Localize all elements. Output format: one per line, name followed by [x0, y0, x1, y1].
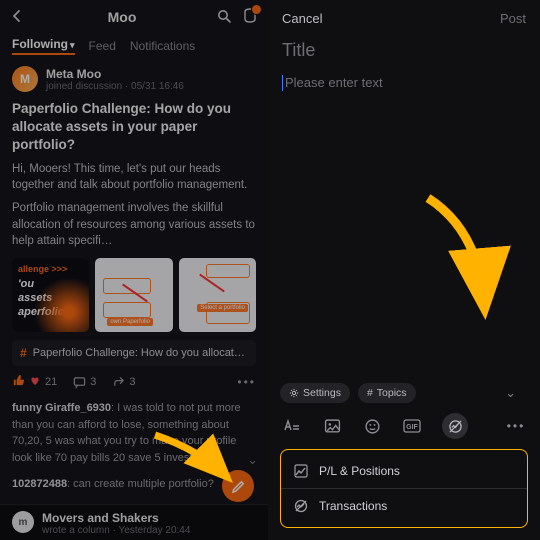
thumbs-up-icon: [12, 374, 25, 390]
feed-panel: Moo Following▾ Feed Notifications M Meta…: [0, 0, 268, 540]
search-icon[interactable]: [216, 8, 232, 27]
avatar: M: [12, 66, 38, 92]
back-icon[interactable]: [10, 7, 24, 28]
image-button[interactable]: [322, 416, 342, 436]
compose-toolbar: GIF •••: [268, 403, 540, 449]
tab-notifications[interactable]: Notifications: [130, 39, 195, 53]
post: M Meta Moo joined discussion · 05/31 16:…: [0, 58, 268, 540]
author-subline: joined discussion · 05/31 16:46: [46, 81, 184, 92]
cart-badge: [251, 4, 262, 15]
transactions-option[interactable]: Transactions: [281, 489, 527, 523]
post-author[interactable]: M Meta Moo joined discussion · 05/31 16:…: [12, 66, 256, 92]
post-button[interactable]: Post: [500, 11, 526, 26]
chevron-down-icon[interactable]: ⌄: [505, 385, 528, 401]
thumbnail-1[interactable]: allenge >>> 'ou assets aperfolio?: [12, 258, 89, 332]
transactions-icon: [293, 498, 309, 514]
avatar: m: [12, 511, 34, 533]
post-body-1: Hi, Mooers! This time, let's put our hea…: [12, 161, 256, 194]
settings-chip[interactable]: Settings: [280, 383, 350, 403]
gear-icon: [289, 388, 299, 398]
share-button[interactable]: 3: [112, 376, 135, 389]
topic-link[interactable]: # Paperfolio Challenge: How do you alloc…: [12, 340, 256, 366]
topics-chip[interactable]: #Topics: [358, 383, 416, 403]
bottom-post[interactable]: m Movers and Shakers wrote a column · Ye…: [0, 504, 268, 540]
svg-text:GIF: GIF: [406, 424, 418, 431]
comment-2[interactable]: 102872488: can create multiple portfolio…: [12, 476, 256, 493]
like-button[interactable]: 21: [12, 374, 57, 390]
title-input[interactable]: Title: [268, 36, 540, 65]
compose-panel: Cancel Post Title Please enter text Sett…: [268, 0, 540, 540]
comment-icon: [73, 376, 86, 389]
body-input[interactable]: Please enter text: [268, 65, 540, 100]
feed-tabs: Following▾ Feed Notifications: [0, 34, 268, 58]
comment-1[interactable]: funny Giraffe_6930: I was told to not pu…: [12, 400, 256, 466]
post-title[interactable]: Paperfolio Challenge: How do you allocat…: [12, 100, 256, 155]
pl-positions-option[interactable]: P/L & Positions: [281, 454, 527, 488]
left-header: Moo: [0, 0, 268, 34]
hash-icon: #: [20, 346, 27, 360]
cancel-button[interactable]: Cancel: [282, 11, 322, 26]
text-caret: [282, 75, 283, 91]
compose-chips: Settings #Topics ⌄: [268, 383, 540, 403]
thumbnail-3[interactable]: Select a portfolio: [179, 258, 256, 332]
share-icon: [112, 376, 125, 389]
author-name: Meta Moo: [46, 67, 184, 81]
cart-icon[interactable]: [242, 8, 258, 27]
comment-button[interactable]: 3: [73, 376, 96, 389]
heart-icon: [29, 375, 41, 390]
thumbnail-2[interactable]: own Paperfolio: [95, 258, 172, 332]
text-format-button[interactable]: [282, 416, 302, 436]
insert-trade-popover: P/L & Positions Transactions: [280, 449, 528, 528]
post-thumbnails: allenge >>> 'ou assets aperfolio? own Pa…: [12, 258, 256, 332]
positions-icon: [293, 463, 309, 479]
hash-icon: #: [367, 387, 373, 399]
post-actions: 21 3 3 •••: [12, 374, 256, 390]
insert-trade-button[interactable]: [442, 413, 468, 439]
emoji-button[interactable]: [362, 416, 382, 436]
pencil-icon: [231, 479, 246, 494]
header-title: Moo: [28, 9, 216, 25]
post-body-2: Portfolio management involves the skillf…: [12, 200, 256, 250]
more-icon[interactable]: •••: [237, 375, 256, 389]
gif-button[interactable]: GIF: [402, 416, 422, 436]
tab-feed[interactable]: Feed: [89, 39, 116, 53]
compose-header: Cancel Post: [268, 0, 540, 36]
compose-fab[interactable]: [222, 470, 254, 502]
tab-following[interactable]: Following▾: [12, 37, 75, 55]
more-tools-button[interactable]: •••: [506, 416, 526, 436]
